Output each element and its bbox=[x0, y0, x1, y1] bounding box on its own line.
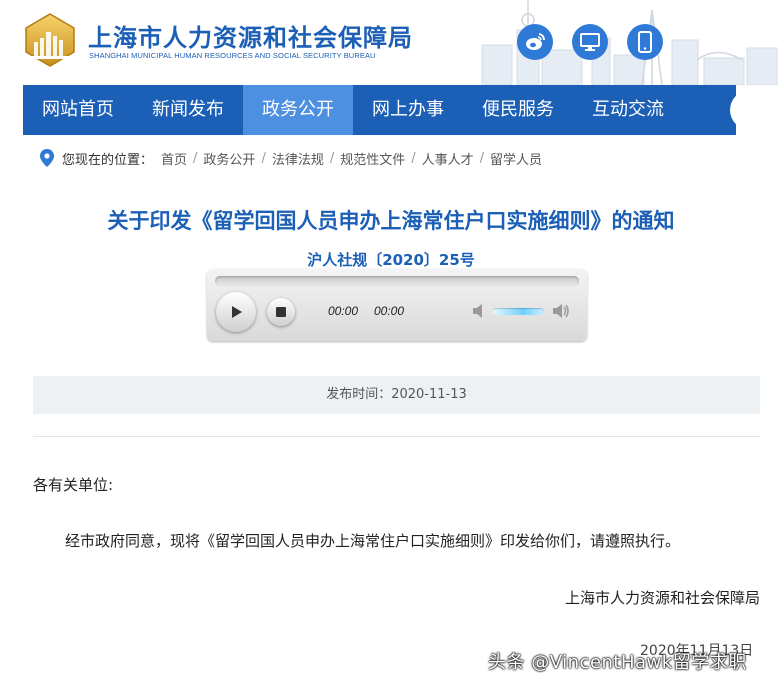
nav-item-online-services[interactable]: 网上办事 bbox=[353, 85, 463, 135]
breadcrumb: 您现在的位置： 首页 / 政务公开 / 法律法规 / 规范性文件 / 人事人才 … bbox=[40, 149, 542, 168]
breadcrumb-normative-documents[interactable]: 规范性文件 bbox=[340, 149, 405, 168]
breadcrumb-personnel[interactable]: 人事人才 bbox=[422, 149, 474, 168]
breadcrumb-separator: / bbox=[411, 150, 416, 166]
breadcrumb-home[interactable]: 首页 bbox=[161, 149, 187, 168]
duration: 00:00 bbox=[374, 304, 405, 318]
breadcrumb-separator: / bbox=[479, 150, 485, 166]
current-time: 00:00 bbox=[328, 304, 359, 318]
nav-item-home[interactable]: 网站首页 bbox=[23, 85, 133, 135]
publish-time: 发布时间：2020-11-13 bbox=[33, 376, 760, 414]
watermark: 头条 @VincentHawk留学求职 bbox=[488, 652, 747, 673]
desktop-icon[interactable] bbox=[572, 24, 608, 60]
play-button[interactable] bbox=[216, 292, 256, 332]
breadcrumb-laws[interactable]: 法律法规 bbox=[272, 149, 324, 168]
breadcrumb-label: 您现在的位置： bbox=[62, 152, 154, 168]
document-number: 沪人社规〔2020〕25号 bbox=[307, 251, 475, 269]
nav-search-circle[interactable] bbox=[730, 90, 770, 130]
location-pin-icon bbox=[40, 149, 54, 167]
audio-player: 00:00 00:00 bbox=[207, 269, 587, 341]
breadcrumb-overseas-students[interactable]: 留学人员 bbox=[490, 149, 542, 168]
breadcrumb-separator: / bbox=[261, 150, 266, 166]
site-title: 上海市人力资源和社会保障局 bbox=[88, 24, 413, 52]
breadcrumb-separator: / bbox=[329, 150, 335, 166]
site-subtitle: SHANGHAI MUNICIPAL HUMAN RESOURCES AND S… bbox=[89, 51, 376, 60]
nav-item-public-services[interactable]: 便民服务 bbox=[463, 85, 573, 135]
nav-item-interaction[interactable]: 互动交流 bbox=[573, 85, 683, 135]
breadcrumb-separator: / bbox=[193, 150, 198, 166]
volume-slider[interactable] bbox=[492, 308, 544, 315]
site-header: 上海市人力资源和社会保障局 SHANGHAI MUNICIPAL HUMAN R… bbox=[0, 0, 782, 85]
nav-item-government-affairs[interactable]: 政务公开 bbox=[243, 85, 353, 135]
stop-button[interactable] bbox=[267, 298, 295, 326]
body-paragraph: 经市政府同意，现将《留学回国人员申办上海常住户口实施细则》印发给你们，请遵照执行… bbox=[65, 532, 681, 550]
stop-icon bbox=[276, 307, 286, 317]
bureau-logo bbox=[25, 13, 75, 67]
divider bbox=[33, 436, 760, 437]
article-title: 关于印发《留学回国人员申办上海常住户口实施细则》的通知 bbox=[107, 209, 675, 233]
nav-item-news[interactable]: 新闻发布 bbox=[133, 85, 243, 135]
volume-max-icon[interactable] bbox=[550, 301, 570, 321]
seek-bar[interactable] bbox=[215, 276, 579, 286]
main-nav: 网站首页 新闻发布 政务公开 网上办事 便民服务 互动交流 bbox=[23, 85, 736, 135]
signature: 上海市人力资源和社会保障局 bbox=[564, 589, 760, 607]
weibo-icon[interactable] bbox=[517, 24, 553, 60]
mute-icon[interactable] bbox=[470, 301, 490, 321]
breadcrumb-government-affairs[interactable]: 政务公开 bbox=[203, 149, 255, 168]
play-icon bbox=[232, 306, 242, 318]
skyline-decoration bbox=[481, 0, 778, 85]
mobile-icon[interactable] bbox=[627, 24, 663, 60]
salutation: 各有关单位: bbox=[33, 476, 114, 494]
